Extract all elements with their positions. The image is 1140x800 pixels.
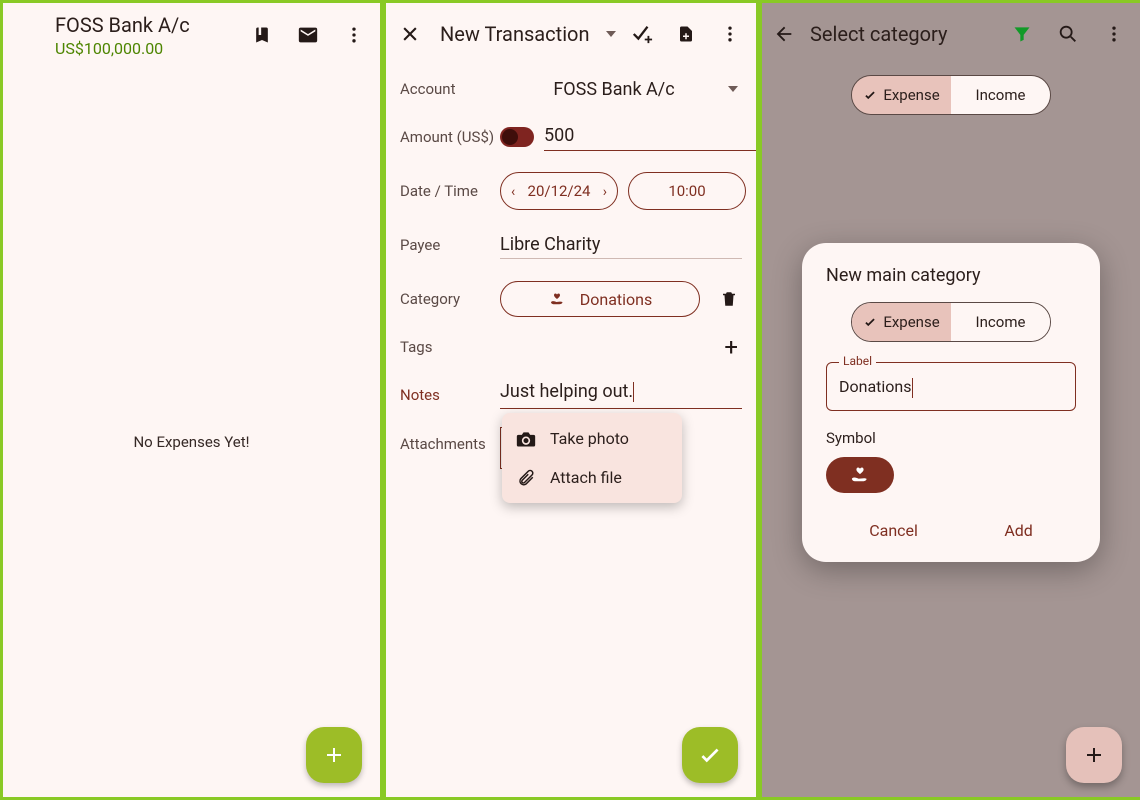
seg-income[interactable]: Income [951,76,1050,114]
notes-input[interactable]: Just helping out. [500,381,742,409]
menu-icon[interactable] [19,23,43,47]
amount-input[interactable] [544,123,756,151]
dialog-seg-income[interactable]: Income [951,303,1050,341]
account-header: FOSS Bank A/c US$100,000.00 [55,13,190,58]
appbar-actions [250,23,366,47]
save-fab[interactable] [682,727,738,783]
new-category-dialog: New main category Expense Income Label D… [802,243,1100,562]
chevron-right-icon[interactable]: › [603,184,607,200]
save-and-new-icon[interactable] [630,22,654,46]
empty-message: No Expenses Yet! [3,433,380,451]
filter-icon[interactable] [1010,22,1034,46]
search-icon[interactable] [1056,22,1080,46]
row-category: Category Donations [400,275,742,323]
add-category-fab[interactable] [1066,727,1122,783]
row-tags: Tags + [400,323,742,371]
seg-expense[interactable]: Expense [852,76,951,114]
type-segmented: Expense Income [851,75,1051,115]
label-account: Account [400,80,500,98]
add-tag-icon[interactable]: + [724,333,738,361]
dialog-actions: Cancel Add [826,513,1076,548]
accounts-screen: FOSS Bank A/c US$100,000.00 No Expenses … [3,3,380,797]
category-select[interactable]: Donations [500,281,700,317]
label-attachments: Attachments [400,425,500,453]
screen-title: New Transaction [440,22,590,46]
sign-toggle[interactable] [500,127,534,147]
take-photo-item[interactable]: Take photo [502,419,682,458]
row-datetime: Date / Time ‹ 20/12/24 › 10:00 [400,167,742,215]
take-photo-label: Take photo [550,429,629,448]
appbar-actions [1010,22,1126,46]
back-icon[interactable] [772,22,796,46]
chevron-left-icon[interactable]: ‹ [511,184,515,200]
date-value: 20/12/24 [528,182,591,200]
symbol-label: Symbol [826,429,1076,447]
attach-file-item[interactable]: Attach file [502,458,682,497]
payee-input[interactable] [500,231,742,259]
label-tags: Tags [400,338,500,356]
mail-icon[interactable] [296,23,320,47]
label-notes: Notes [400,386,500,404]
template-icon[interactable] [674,22,698,46]
select-category-screen: Select category Expense Income Ne [762,3,1140,797]
row-account: Account FOSS Bank A/c [400,65,742,113]
date-picker[interactable]: ‹ 20/12/24 › [500,172,618,210]
label-payee: Payee [400,236,500,254]
camera-icon [516,430,536,448]
bookmark-icon[interactable] [250,23,274,47]
delete-category-icon[interactable] [720,289,740,309]
account-balance: US$100,000.00 [55,39,190,58]
row-notes: Notes Just helping out. [400,371,742,419]
category-value: Donations [580,290,653,309]
label-category: Category [400,290,500,308]
time-value: 10:00 [668,182,705,200]
appbar: Select category [762,3,1140,65]
new-transaction-screen: New Transaction Account FOSS Bank A/c Am… [386,3,756,797]
dialog-seg-expense[interactable]: Expense [852,303,951,341]
attach-file-label: Attach file [550,468,622,487]
row-payee: Payee [400,221,742,269]
cancel-button[interactable]: Cancel [859,513,928,548]
appbar: FOSS Bank A/c US$100,000.00 [3,3,380,67]
screen-title: Select category [810,22,947,46]
label-legend: Label [839,354,876,368]
close-icon[interactable] [398,22,422,46]
label-datetime: Date / Time [400,182,500,200]
paperclip-icon [516,469,536,487]
dialog-title: New main category [826,265,1076,286]
row-amount: Amount (US$) [400,113,742,161]
more-icon[interactable] [1102,22,1126,46]
account-value: FOSS Bank A/c [500,79,728,100]
add-button[interactable]: Add [994,513,1042,548]
account-select[interactable]: FOSS Bank A/c [500,79,742,100]
more-icon[interactable] [718,22,742,46]
more-icon[interactable] [342,23,366,47]
appbar: New Transaction [386,3,756,65]
label-amount: Amount (US$) [400,128,500,146]
transaction-form: Account FOSS Bank A/c Amount (US$) Date … [386,65,756,473]
symbol-picker[interactable] [826,457,894,493]
hand-heart-icon [548,291,566,307]
attachment-popup: Take photo Attach file [502,413,682,503]
label-input[interactable]: Donations [839,377,913,396]
appbar-actions [630,22,742,46]
label-field[interactable]: Label Donations [826,362,1076,411]
add-transaction-fab[interactable] [306,727,362,783]
account-name: FOSS Bank A/c [55,13,190,37]
dialog-type-segmented: Expense Income [851,302,1051,342]
type-dropdown-icon[interactable] [606,31,616,37]
time-picker[interactable]: 10:00 [628,172,746,210]
chevron-down-icon [728,86,738,92]
